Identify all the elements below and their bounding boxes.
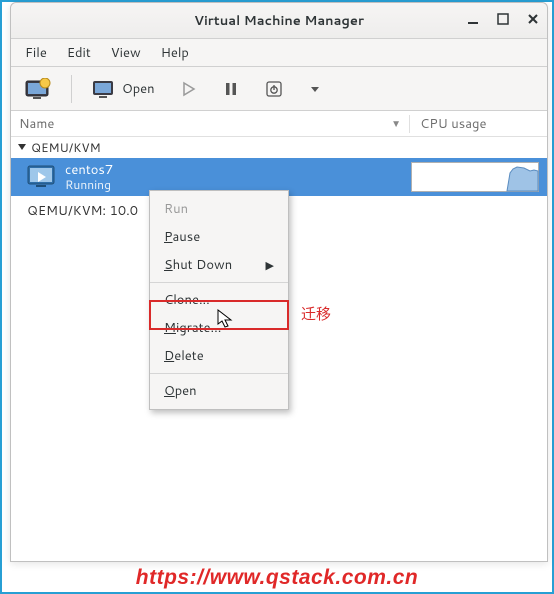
- window-controls: [465, 3, 541, 39]
- chevron-down-icon: [309, 83, 321, 95]
- close-button[interactable]: [525, 11, 541, 31]
- window-title: Virtual Machine Manager: [194, 12, 364, 30]
- titlebar: Virtual Machine Manager: [11, 3, 547, 39]
- ctx-open[interactable]: Open: [150, 377, 288, 405]
- menu-help[interactable]: Help: [153, 41, 197, 65]
- submenu-arrow-icon: ▶: [266, 257, 274, 273]
- shutdown-menu-button[interactable]: [303, 79, 327, 99]
- monitor-icon: [92, 79, 116, 99]
- menu-file[interactable]: File: [17, 41, 55, 65]
- footer-link[interactable]: https://www.qstack.com.cn: [136, 566, 418, 589]
- vm-status: Running: [65, 178, 113, 192]
- menu-separator: [150, 373, 288, 374]
- connection-label: QEMU/KVM: [31, 139, 101, 156]
- annotation-text: 迁移: [301, 303, 331, 324]
- ctx-run[interactable]: Run: [150, 195, 288, 223]
- cpu-usage-graph: [411, 162, 539, 192]
- monitor-new-icon: [25, 78, 51, 100]
- toolbar-separator: [71, 75, 72, 103]
- column-headers: Name ▼ CPU usage: [11, 111, 547, 137]
- footer-watermark: https://www.qstack.com.cn: [2, 566, 552, 590]
- column-name-label: Name: [19, 115, 54, 133]
- menubar: File Edit View Help: [11, 39, 547, 67]
- sort-indicator-icon: ▼: [391, 117, 401, 131]
- play-button[interactable]: [175, 77, 203, 101]
- menu-view[interactable]: View: [103, 41, 149, 65]
- shutdown-button[interactable]: [259, 76, 289, 102]
- power-icon: [265, 80, 283, 98]
- open-button-label: Open: [122, 80, 155, 98]
- vm-running-icon: [27, 164, 57, 190]
- column-cpu[interactable]: CPU usage: [409, 115, 539, 133]
- app-window: Virtual Machine Manager File Edit View H…: [10, 2, 548, 562]
- ctx-delete[interactable]: Delete: [150, 342, 288, 370]
- connection-row[interactable]: QEMU/KVM: [11, 137, 547, 158]
- column-cpu-label: CPU usage: [420, 115, 486, 133]
- ctx-clone[interactable]: Clone...: [150, 286, 288, 314]
- connection-label-2: QEMU/KVM: 10.0: [27, 202, 138, 220]
- ctx-shutdown[interactable]: Shut Down▶: [150, 251, 288, 279]
- new-vm-button[interactable]: [19, 74, 57, 104]
- menu-separator: [150, 282, 288, 283]
- ctx-pause[interactable]: Pause: [150, 223, 288, 251]
- toolbar: Open: [11, 67, 547, 111]
- play-icon: [181, 81, 197, 97]
- expander-icon[interactable]: [17, 139, 27, 156]
- maximize-button[interactable]: [495, 11, 511, 31]
- context-menu: Run Pause Shut Down▶ Clone... Migrate...…: [149, 190, 289, 410]
- ctx-migrate[interactable]: Migrate...: [150, 314, 288, 342]
- minimize-button[interactable]: [465, 11, 481, 31]
- open-button[interactable]: Open: [86, 75, 161, 103]
- menu-edit[interactable]: Edit: [59, 41, 99, 65]
- pause-button[interactable]: [217, 77, 245, 101]
- column-name[interactable]: Name ▼: [19, 115, 409, 133]
- pause-icon: [223, 81, 239, 97]
